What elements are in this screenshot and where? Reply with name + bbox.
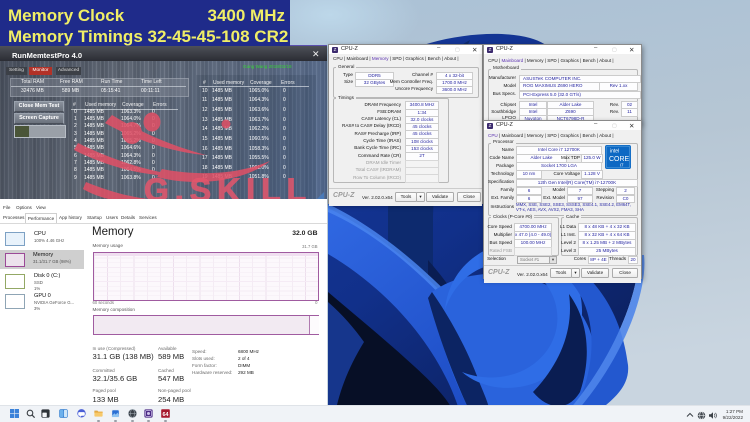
svg-text:64: 64 xyxy=(162,412,168,418)
svg-text:intel: intel xyxy=(610,149,619,155)
svg-text:i7: i7 xyxy=(620,163,624,168)
